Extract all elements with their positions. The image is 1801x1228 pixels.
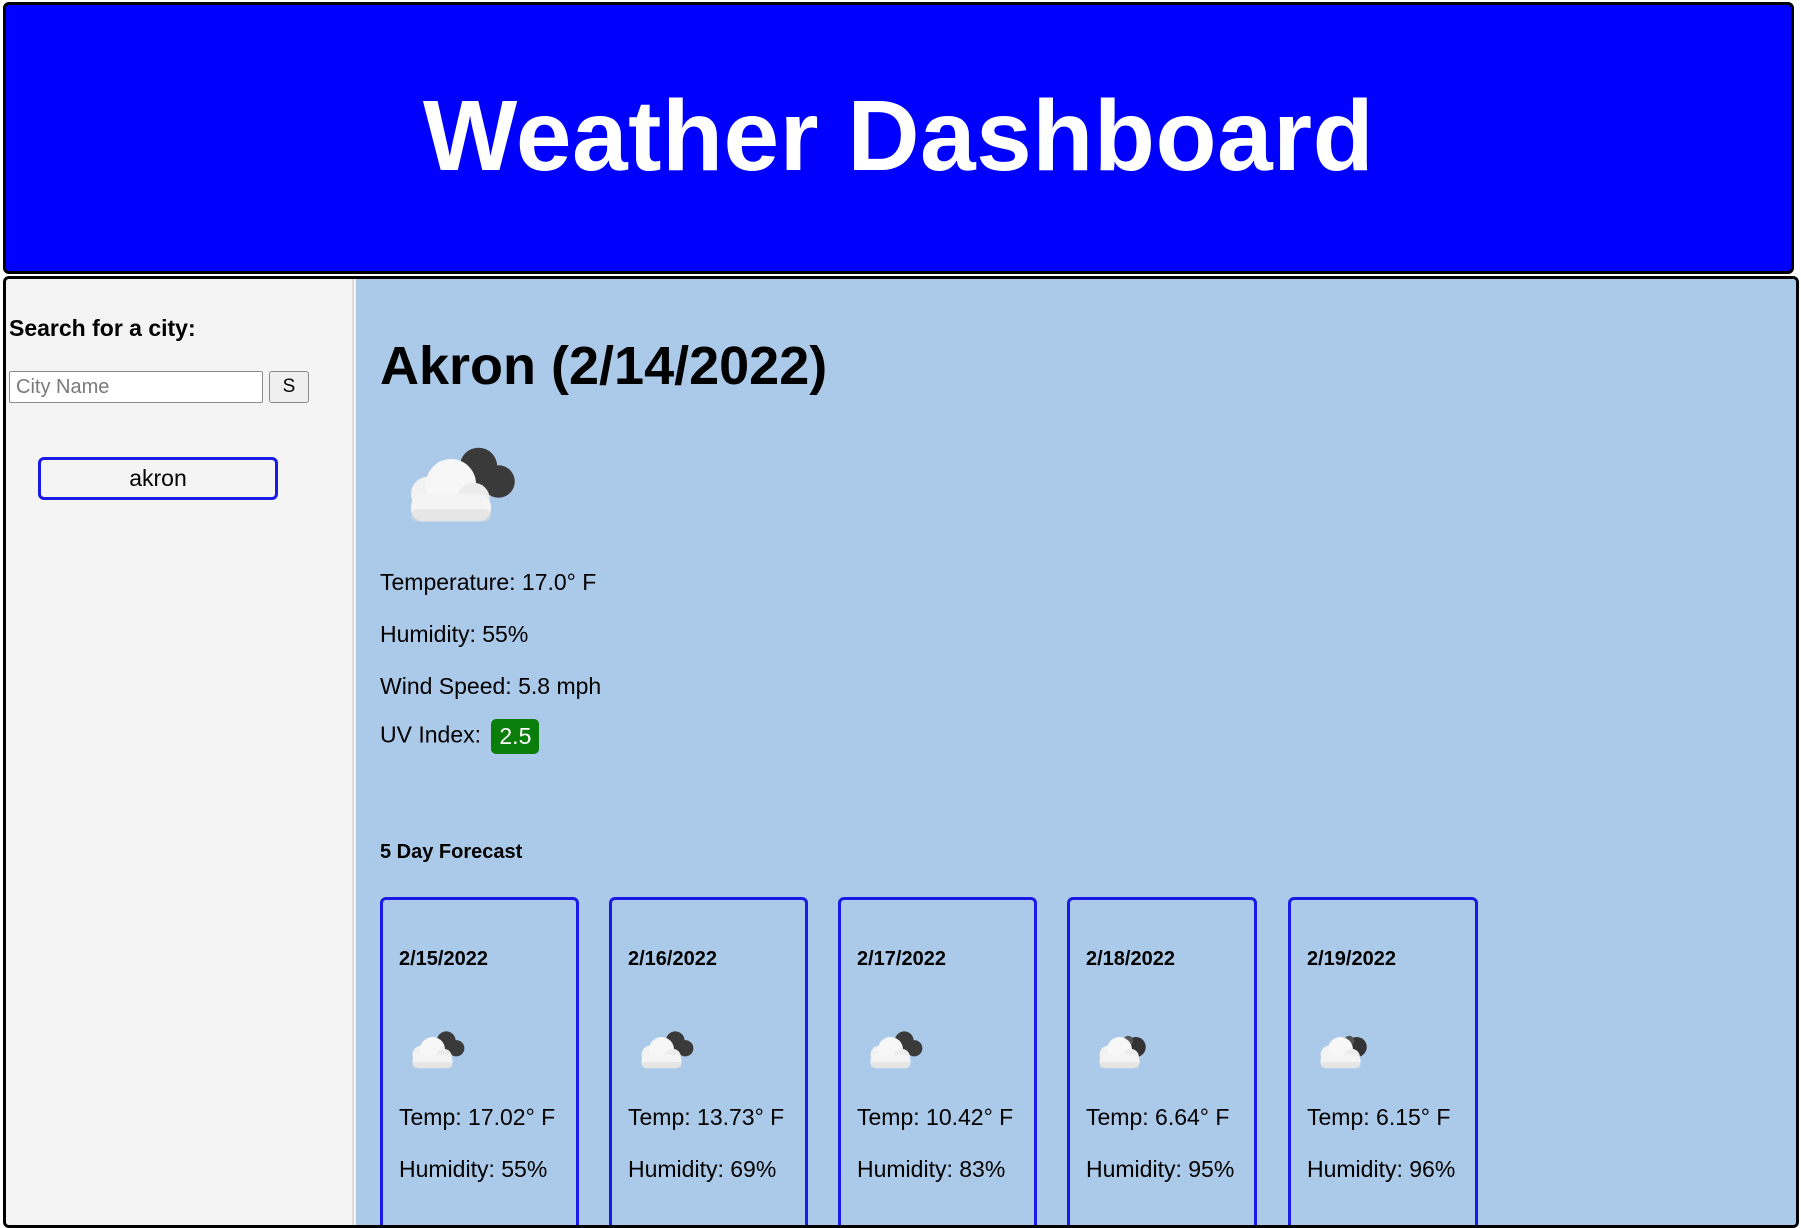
forecast-temp: Temp: 6.64° F xyxy=(1086,1104,1230,1130)
forecast-humidity: Humidity: 83% xyxy=(857,1156,1006,1182)
forecast-heading: 5 Day Forecast xyxy=(380,841,523,863)
forecast-temp: Temp: 10.42° F xyxy=(857,1104,1014,1130)
current-humidity: Humidity: 55% xyxy=(380,621,529,647)
weather-content: Akron (2/14/2022) Temperature: 17.0° F H… xyxy=(356,279,1796,1225)
broken-clouds-icon xyxy=(405,1022,465,1077)
forecast-humidity: Humidity: 55% xyxy=(399,1156,548,1182)
forecast-date: 2/15/2022 xyxy=(399,948,488,970)
forecast-date: 2/18/2022 xyxy=(1086,948,1175,970)
sidebar: Search for a city: S akron xyxy=(6,279,354,1225)
forecast-card: 2/16/2022 Temp: 13.73° F Humidity: 69% xyxy=(609,897,808,1225)
forecast-card: 2/18/2022 Temp: 6.64° F Humidity: 95% xyxy=(1067,897,1257,1225)
forecast-temp: Temp: 17.02° F xyxy=(399,1104,556,1130)
search-label: Search for a city: xyxy=(9,315,196,341)
forecast-humidity: Humidity: 69% xyxy=(628,1156,777,1182)
current-temperature: Temperature: 17.0° F xyxy=(380,569,597,595)
forecast-humidity: Humidity: 96% xyxy=(1307,1156,1456,1182)
broken-clouds-icon xyxy=(634,1022,694,1077)
forecast-humidity: Humidity: 95% xyxy=(1086,1156,1235,1182)
city-search-input[interactable] xyxy=(9,371,263,403)
forecast-card: 2/17/2022 Temp: 10.42° F Humidity: 83% xyxy=(838,897,1037,1225)
forecast-temp: Temp: 13.73° F xyxy=(628,1104,785,1130)
search-button[interactable]: S xyxy=(269,371,309,403)
current-city-title: Akron (2/14/2022) xyxy=(380,336,828,396)
main-panel: Search for a city: S akron Akron (2/14/2… xyxy=(3,276,1799,1228)
page-title: Weather Dashboard xyxy=(422,79,1375,192)
app-header: Weather Dashboard xyxy=(3,2,1794,274)
forecast-date: 2/17/2022 xyxy=(857,948,946,970)
uv-index-row: UV Index: 2.5 xyxy=(380,719,540,754)
forecast-date: 2/16/2022 xyxy=(628,948,717,970)
uv-index-label: UV Index: xyxy=(380,721,481,748)
broken-clouds-icon xyxy=(863,1022,923,1077)
current-wind-speed: Wind Speed: 5.8 mph xyxy=(380,673,602,699)
overcast-clouds-icon xyxy=(1092,1022,1152,1077)
history-city-button[interactable]: akron xyxy=(38,457,278,500)
forecast-temp: Temp: 6.15° F xyxy=(1307,1104,1451,1130)
broken-clouds-icon xyxy=(396,429,516,534)
uv-index-badge: 2.5 xyxy=(491,719,540,754)
overcast-clouds-icon xyxy=(1313,1022,1373,1077)
forecast-card: 2/19/2022 Temp: 6.15° F Humidity: 96% xyxy=(1288,897,1478,1225)
forecast-card: 2/15/2022 Temp: 17.02° F Humidity: 55% xyxy=(380,897,579,1225)
forecast-date: 2/19/2022 xyxy=(1307,948,1396,970)
